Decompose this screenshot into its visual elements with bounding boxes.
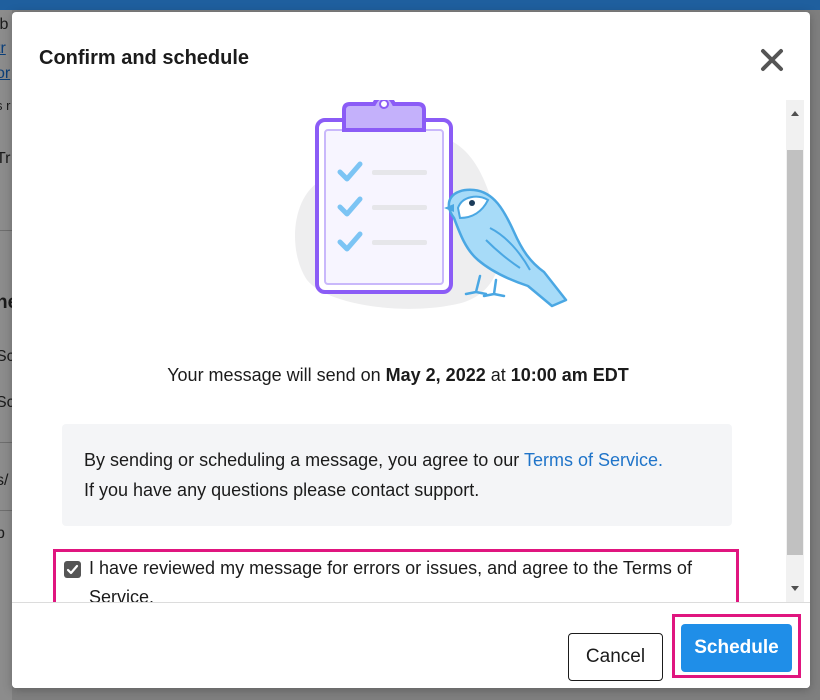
terms-notice-line-1: By sending or scheduling a message, you … (84, 450, 663, 471)
terms-notice-line-2: If you have any questions please contact… (84, 480, 480, 500)
agreement-checkbox[interactable] (64, 561, 81, 578)
send-info-middle: at (485, 365, 511, 385)
background-text: s r (0, 98, 11, 113)
checkmark-icon (66, 564, 79, 575)
clipboard-bird-illustration (295, 100, 568, 309)
send-time: 10:00 am EDT (510, 365, 629, 385)
background-top-bar (0, 0, 820, 10)
scroll-down-button[interactable] (786, 576, 804, 602)
close-icon (761, 49, 783, 71)
scroll-down-arrow-icon (791, 586, 799, 591)
background-heading: he (0, 292, 12, 313)
background-text: Sc (0, 348, 12, 365)
scroll-up-arrow-icon (791, 111, 799, 116)
background-text: ib (0, 16, 9, 33)
background-text: p (0, 525, 5, 542)
background-page-edge: ib tr or s r Tr he Sc Sc s/ p (0, 10, 12, 700)
dialog-title: Confirm and schedule (39, 47, 250, 69)
schedule-button[interactable]: Schedule (681, 624, 792, 672)
terms-of-service-link[interactable]: Terms of Service. (524, 450, 663, 470)
terms-notice-box: By sending or scheduling a message, you … (62, 424, 732, 526)
background-text: Tr (0, 150, 11, 167)
send-date-info: Your message will send on May 2, 2022 at… (12, 365, 784, 386)
schedule-button-highlight: Schedule (672, 614, 801, 678)
background-divider (0, 442, 12, 443)
close-button[interactable] (752, 42, 792, 78)
background-text: Sc (0, 394, 12, 411)
dialog-footer: Cancel Schedule (12, 602, 810, 688)
dialog-scrollbar[interactable] (786, 100, 804, 602)
cancel-button[interactable]: Cancel (568, 633, 663, 681)
scrollbar-thumb[interactable] (787, 150, 803, 555)
background-divider (0, 230, 12, 231)
terms-notice-text: By sending or scheduling a message, you … (84, 450, 524, 470)
send-info-prefix: Your message will send on (167, 365, 386, 385)
confirm-schedule-dialog: Confirm and schedule Your message will s… (12, 12, 810, 688)
background-link: tr (0, 40, 6, 57)
background-text: s/ (0, 472, 9, 489)
send-date: May 2, 2022 (385, 365, 486, 385)
dialog-body: Your message will send on May 2, 2022 at… (12, 100, 810, 612)
agreement-highlight: I have reviewed my message for errors or… (53, 549, 739, 609)
background-link: or (0, 65, 11, 82)
background-divider (0, 510, 12, 511)
scroll-up-button[interactable] (786, 100, 804, 126)
